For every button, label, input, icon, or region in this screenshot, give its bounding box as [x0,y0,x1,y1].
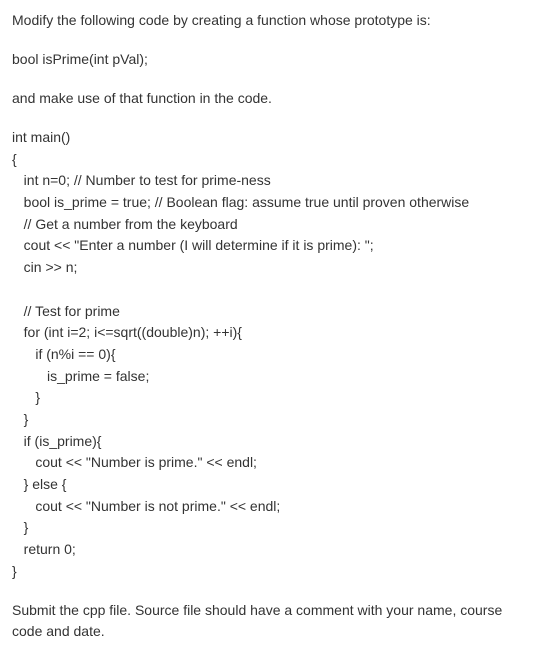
submit-text: Submit the cpp file. Source file should … [12,600,535,642]
code-listing: int main() { int n=0; // Number to test … [12,127,535,582]
intro-text: Modify the following code by creating a … [12,10,535,31]
prototype-text: bool isPrime(int pVal); [12,49,535,70]
instruction-text: and make use of that function in the cod… [12,88,535,109]
